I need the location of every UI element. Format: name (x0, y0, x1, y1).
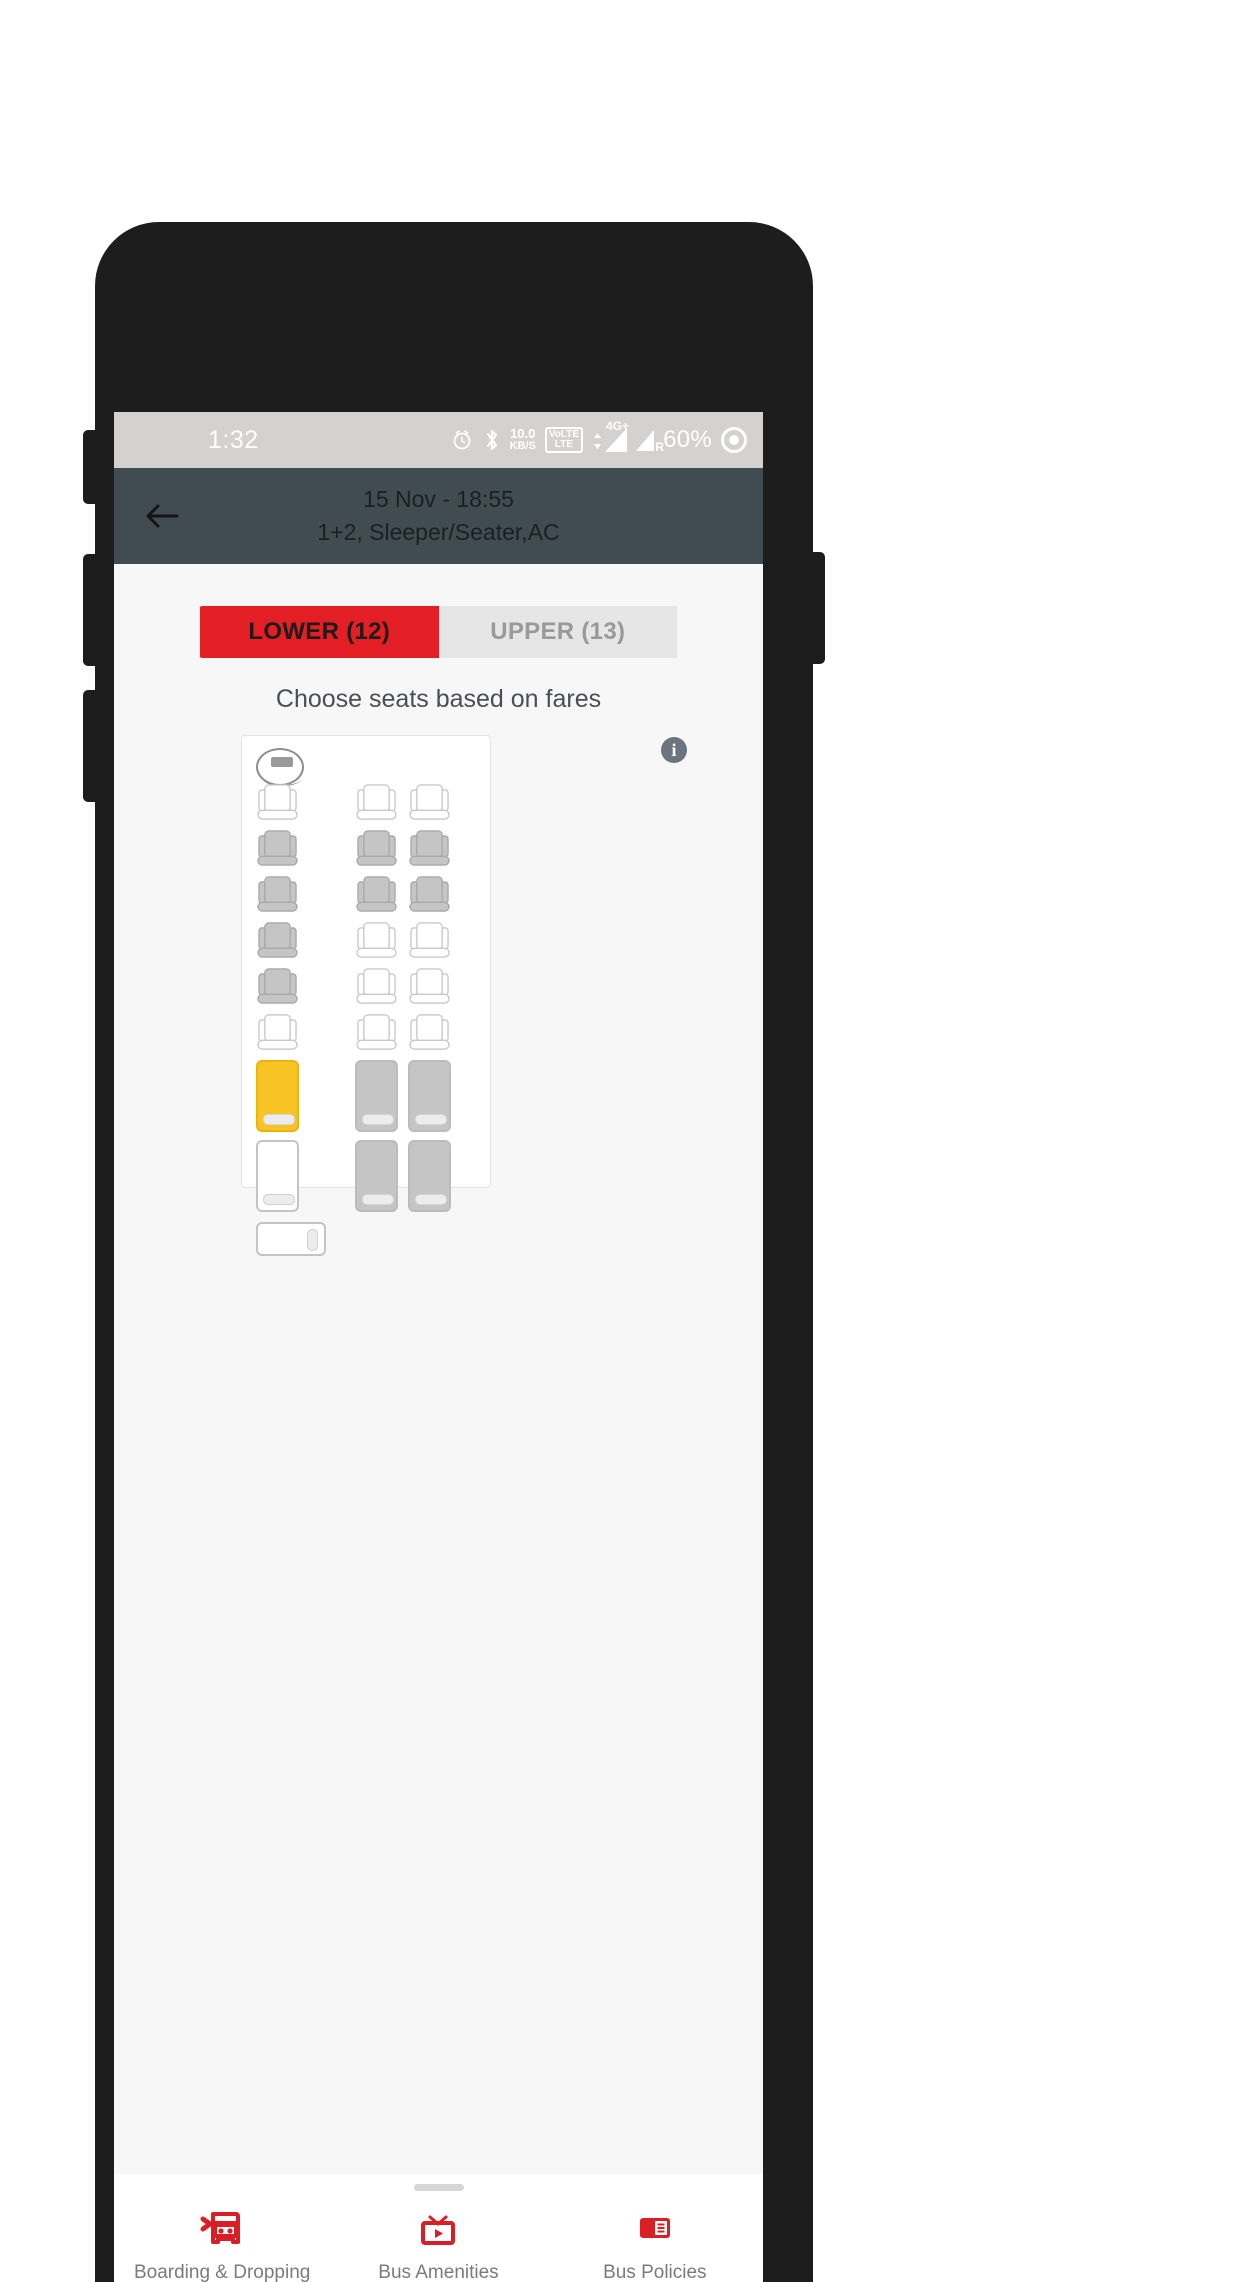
nav-label-bus-policies: Bus Policies (603, 2262, 707, 2282)
seat-selection-body: LOWER (12) UPPER (13) Choose seats based… (114, 606, 763, 2282)
phone-frame: 1:32 10.0 KB/S VoLTE LTE 4G+ R 60% 15 No… (83, 222, 825, 2282)
status-clock: 1:32 (208, 425, 259, 454)
nav-label-bus-amenities: Bus Amenities (378, 2262, 499, 2282)
phone-screen: 1:32 10.0 KB/S VoLTE LTE 4G+ R 60% 15 No… (114, 412, 763, 2282)
seat-R2 (355, 828, 398, 868)
alarm-icon (450, 428, 474, 452)
seat-R1[interactable] (355, 782, 398, 822)
status-icon-tray: 10.0 KB/S VoLTE LTE 4G+ R 60% (450, 419, 747, 454)
berth-pillow (263, 1114, 295, 1125)
tab-lower-deck[interactable]: LOWER (12) (200, 606, 439, 658)
seat-L5 (256, 966, 299, 1006)
tv-play-icon (415, 2202, 461, 2252)
signal-roaming-label: R (655, 439, 665, 454)
phone-side-button-top[interactable] (83, 430, 97, 504)
nav-label-boarding-dropping: Boarding & Dropping (133, 2262, 311, 2282)
steering-wheel-icon (256, 748, 304, 786)
berth-B1[interactable] (256, 1060, 299, 1132)
seat-S6[interactable] (408, 1012, 451, 1052)
berth-pillow (307, 1229, 318, 1251)
fare-instruction-text: Choose seats based on fares (275, 685, 602, 713)
nav-item-bus-policies[interactable]: Bus Policies (555, 2202, 755, 2282)
status-bar: 1:32 10.0 KB/S VoLTE LTE 4G+ R 60% (114, 412, 763, 468)
app-header: 15 Nov - 18:55 1+2, Sleeper/Seater,AC (114, 468, 763, 564)
back-arrow-icon[interactable] (138, 492, 186, 540)
berth-B2[interactable] (256, 1140, 299, 1212)
seat-map-panel (241, 735, 491, 1256)
trip-datetime: 15 Nov - 18:55 (363, 486, 514, 512)
seat-L4 (256, 920, 299, 960)
bluetooth-icon (483, 427, 501, 453)
header-title-block: 15 Nov - 18:55 1+2, Sleeper/Seater,AC (114, 483, 763, 549)
deck-tabs: LOWER (12) UPPER (13) (200, 606, 677, 658)
berth-B7[interactable] (256, 1222, 326, 1256)
seat-R6[interactable] (355, 1012, 398, 1052)
berth-pillow (362, 1114, 394, 1125)
bus-icon (199, 2202, 245, 2252)
battery-percent-label: 60% (663, 426, 712, 453)
drag-handle[interactable] (413, 2184, 464, 2191)
phone-volume-down-button[interactable] (83, 690, 97, 802)
signal-roaming-icon: R (636, 429, 664, 454)
seat-R4[interactable] (355, 920, 398, 960)
seat-S4[interactable] (408, 920, 451, 960)
seat-L1[interactable] (256, 782, 299, 822)
berth-B4 (408, 1060, 451, 1132)
nav-item-boarding-dropping[interactable]: Boarding & Dropping (122, 2202, 322, 2282)
seat-R3 (355, 874, 398, 914)
volte-line2: LTE (554, 439, 574, 450)
seat-S1[interactable] (408, 782, 451, 822)
bottom-navigation-bar: Boarding & Dropping Bus Amenities Bus Po… (114, 2174, 763, 2282)
seat-L3 (256, 874, 299, 914)
seat-L2 (256, 828, 299, 868)
network-speed-unit: KB/S (509, 440, 536, 452)
info-icon[interactable]: i (661, 737, 687, 763)
seat-S3 (408, 874, 451, 914)
berth-pillow (415, 1194, 447, 1205)
policy-document-icon (632, 2202, 678, 2252)
seat-map-container: i (114, 735, 763, 1375)
nav-item-bus-amenities[interactable]: Bus Amenities (338, 2202, 538, 2282)
berth-pillow (362, 1194, 394, 1205)
network-speed-value: 10.0 (510, 426, 536, 441)
seat-S5[interactable] (408, 966, 451, 1006)
volte-icon: VoLTE LTE (544, 427, 584, 453)
signal-4g-label: 4G+ (606, 419, 630, 433)
tab-upper-deck[interactable]: UPPER (13) (438, 606, 677, 658)
berth-B6 (408, 1140, 451, 1212)
berth-B3 (355, 1060, 398, 1132)
bottom-nav-items: Boarding & Dropping Bus Amenities Bus Po… (114, 2202, 763, 2282)
bus-type-label: 1+2, Sleeper/Seater,AC (317, 519, 560, 545)
seat-L6[interactable] (256, 1012, 299, 1052)
lower-deck-layout (242, 736, 490, 1256)
berth-pillow (415, 1114, 447, 1125)
seat-R5[interactable] (355, 966, 398, 1006)
phone-volume-up-button[interactable] (83, 554, 97, 666)
battery-icon (721, 427, 747, 453)
network-speed-icon: 10.0 KB/S (510, 427, 536, 453)
berth-B5 (355, 1140, 398, 1212)
berth-pillow (263, 1194, 295, 1205)
signal-4g-icon: 4G+ (592, 419, 629, 452)
phone-power-button[interactable] (811, 552, 825, 664)
seat-S2 (408, 828, 451, 868)
